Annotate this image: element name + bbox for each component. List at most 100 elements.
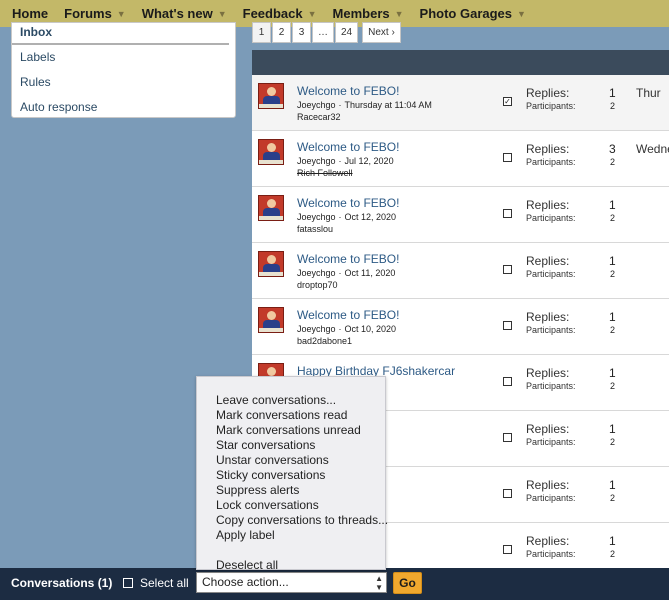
row-select-checkbox[interactable] [503,489,512,498]
row-select-checkbox[interactable] [503,433,512,442]
conversation-date: Oct 12, 2020 [344,212,397,222]
nav-item-label: Feedback [242,6,303,21]
recipient-name[interactable]: fatasslou [297,224,333,234]
page-link[interactable]: 2 [272,22,291,43]
action-option[interactable]: Suppress alerts [197,483,385,498]
row-select-checkbox[interactable]: ✓ [503,97,512,106]
action-option[interactable]: Star conversations [197,438,385,453]
row-select-checkbox[interactable] [503,321,512,330]
author-link[interactable]: Joeychgo [297,324,336,334]
replies-label: Replies: [526,534,570,548]
avatar-head-shape [267,367,276,376]
participants-count: 2 [610,437,616,447]
page-link[interactable]: 3 [292,22,311,43]
nav-item-members[interactable]: Members ▼ [331,6,406,21]
nav-item-what-s-new[interactable]: What's new ▼ [140,6,229,21]
last-message-date[interactable]: Wedne [636,142,669,156]
action-option[interactable]: Mark conversations read [197,408,385,423]
go-button[interactable]: Go [393,572,422,594]
select-all-checkbox[interactable]: Select all [123,576,189,590]
nav-item-forums[interactable]: Forums ▼ [62,6,128,21]
replies-label: Replies: [526,198,570,212]
author-link[interactable]: Joeychgo [297,156,336,166]
deselect-all-option[interactable]: Deselect all [197,558,385,573]
recipient-name[interactable]: Rich Followell [297,168,353,178]
conversation-title-link[interactable]: Welcome to FEBO! [297,196,399,210]
conversation-meta: Joeychgo · Oct 12, 2020 [297,212,396,222]
conversation-row: Welcome to FEBO! Joeychgo · Oct 10, 2020 bad… [252,299,669,355]
replies-count: 1 [609,310,616,324]
chevron-down-icon: ▼ [307,8,317,19]
action-option[interactable]: Lock conversations [197,498,385,513]
replies-label: Replies: [526,86,570,100]
row-select-checkbox[interactable] [503,153,512,162]
separator: · [338,156,342,166]
nav-item-feedback[interactable]: Feedback ▼ [241,6,319,21]
row-select-checkbox[interactable] [503,265,512,274]
conversation-row: Welcome to FEBO! Joeychgo · Thursday at 11:… [252,75,669,131]
conversation-title-link[interactable]: Welcome to FEBO! [297,140,399,154]
replies-label: Replies: [526,254,570,268]
avatar[interactable] [258,195,284,221]
avatar-banner-shape [259,104,283,108]
replies-count: 1 [609,534,616,548]
sidebar-item-inbox[interactable]: Inbox [12,23,229,45]
nav-item-photo-garages[interactable]: Photo Garages ▼ [418,6,528,21]
nav-item-label: Photo Garages [419,6,513,21]
action-option[interactable]: Apply label [197,528,385,543]
conversation-date: Thursday at 11:04 AM [344,100,432,110]
next-page-button[interactable]: Next › [362,22,401,43]
participants-label: Participants: [526,437,576,447]
recipient-name[interactable]: Racecar32 [297,112,341,122]
conversation-title-link[interactable]: Welcome to FEBO! [297,84,399,98]
nav-item-label: Home [12,6,49,21]
nav-item-home[interactable]: Home [10,6,50,21]
replies-count: 1 [609,366,616,380]
page-link[interactable]: 24 [335,22,359,43]
sidebar-item-auto-response[interactable]: Auto response [12,95,235,120]
conversation-row: Welcome to FEBO! Joeychgo · Oct 11, 2020 dro… [252,243,669,299]
conversation-meta: Joeychgo · Oct 10, 2020 [297,324,396,334]
page-link[interactable]: … [312,22,334,43]
last-message-date[interactable]: Thur [636,86,661,100]
author-link[interactable]: Joeychgo [297,212,336,222]
action-option[interactable]: Leave conversations... [197,393,385,408]
avatar-head-shape [267,143,276,152]
replies-count: 3 [609,142,616,156]
author-link[interactable]: Joeychgo [297,268,336,278]
sidebar-item-labels[interactable]: Labels [12,45,235,70]
avatar[interactable] [258,307,284,333]
replies-label: Replies: [526,478,570,492]
author-link[interactable]: Joeychgo [297,100,336,110]
action-option[interactable]: Unstar conversations [197,453,385,468]
recipient-name[interactable]: droptop70 [297,280,338,290]
replies-label: Replies: [526,310,570,324]
avatar[interactable] [258,251,284,277]
chevron-down-icon: ▼ [517,8,526,19]
row-select-checkbox[interactable] [503,545,512,554]
replies-label: Replies: [526,422,570,436]
chevron-down-icon: ▼ [217,8,227,19]
row-select-checkbox[interactable] [503,209,512,218]
action-select-value: Choose action... [202,575,289,589]
avatar-banner-shape [259,272,283,276]
action-option[interactable]: Copy conversations to threads... [197,513,388,528]
nav-item-label: What's new [141,6,213,21]
action-option[interactable]: Mark conversations unread [197,423,385,438]
action-option[interactable]: Sticky conversations [197,468,385,483]
avatar[interactable] [258,83,284,109]
participants-count: 2 [610,157,616,167]
participants-count: 2 [610,325,616,335]
recipient-name[interactable]: bad2dabone1 [297,336,352,346]
action-select[interactable]: Choose action... ▲ ▼ [196,572,387,593]
avatar[interactable] [258,139,284,165]
conversation-title-link[interactable]: Welcome to FEBO! [297,308,399,322]
checkbox-icon[interactable] [123,578,133,588]
participants-count: 2 [610,549,616,559]
chevron-down-icon: ▼ [116,8,126,19]
conversation-title-link[interactable]: Welcome to FEBO! [297,252,399,266]
page-link[interactable]: 1 [252,22,271,43]
sidebar-item-rules[interactable]: Rules [12,70,235,95]
avatar-banner-shape [259,328,283,332]
row-select-checkbox[interactable] [503,377,512,386]
